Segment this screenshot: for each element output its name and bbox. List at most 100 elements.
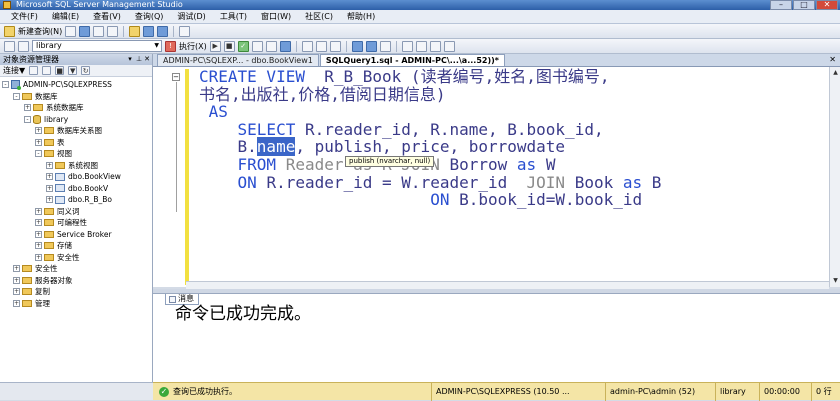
scroll-down-icon[interactable]: ▼: [831, 276, 840, 285]
tree-node[interactable]: + 数据库关系图: [0, 125, 152, 137]
disconnect-icon[interactable]: [42, 66, 52, 75]
available-databases-select[interactable]: library: [32, 40, 162, 52]
expand-node-icon[interactable]: +: [35, 242, 42, 250]
tree-node[interactable]: + dbo.R_B_Bo: [0, 194, 152, 206]
menu-view[interactable]: 查看(V): [86, 10, 128, 24]
close-button[interactable]: ✕: [816, 0, 838, 10]
tree-node[interactable]: + 服务器对象: [0, 275, 152, 287]
display-plan-icon[interactable]: [251, 40, 263, 52]
show-messages-icon[interactable]: [365, 40, 377, 52]
results-to-file-icon[interactable]: [315, 40, 327, 52]
tree-node[interactable]: + 系统视图: [0, 160, 152, 172]
connect-icon[interactable]: [29, 66, 39, 75]
tree-node[interactable]: - ADMIN-PC\SQLEXPRESS: [0, 79, 152, 91]
menu-tools[interactable]: 工具(T): [213, 10, 254, 24]
menu-debug[interactable]: 调试(D): [170, 10, 212, 24]
menu-file[interactable]: 文件(F): [4, 10, 45, 24]
new-query-button[interactable]: 新建查询(N): [18, 25, 62, 38]
collapse-node-icon[interactable]: -: [13, 92, 20, 100]
query-editor[interactable]: − CREATE VIEW R_B_Book (读者编号,姓名,图书编号, 书名,…: [153, 67, 833, 287]
query-designer-icon[interactable]: [265, 40, 277, 52]
collapse-node-icon[interactable]: -: [24, 115, 31, 123]
save-all-icon[interactable]: [157, 25, 169, 37]
editor-horizontal-scrollbar[interactable]: [186, 281, 829, 289]
comment-lines-icon[interactable]: [379, 40, 391, 52]
tree-node[interactable]: + dbo.BookView: [0, 171, 152, 183]
show-results-pane-icon[interactable]: [351, 40, 363, 52]
expand-node-icon[interactable]: +: [13, 276, 20, 284]
mdx-query-icon[interactable]: [93, 25, 105, 37]
pin-icon[interactable]: ▾: [126, 55, 134, 63]
expand-node-icon[interactable]: +: [35, 207, 42, 215]
menu-query[interactable]: 查询(Q): [128, 10, 171, 24]
code-line[interactable]: B.name, publish, price, borrowdate: [199, 137, 661, 157]
expand-node-icon[interactable]: +: [35, 230, 42, 238]
open-file-icon[interactable]: [129, 25, 141, 37]
debug-icon[interactable]: ▶: [209, 40, 221, 52]
tree-node[interactable]: + 复制: [0, 286, 152, 298]
expand-node-icon[interactable]: +: [13, 288, 20, 296]
close-panel-icon[interactable]: ✕: [143, 55, 151, 63]
tree-node[interactable]: + 表: [0, 137, 152, 149]
expand-node-icon[interactable]: +: [46, 196, 53, 204]
results-to-grid-icon[interactable]: [301, 40, 313, 52]
expand-node-icon[interactable]: +: [46, 173, 53, 181]
expand-node-icon[interactable]: +: [46, 184, 53, 192]
tree-node[interactable]: + 管理: [0, 298, 152, 310]
save-icon[interactable]: [143, 25, 155, 37]
menu-help[interactable]: 帮助(H): [340, 10, 382, 24]
analysis-query-icon[interactable]: [79, 25, 91, 37]
include-plan-icon[interactable]: [329, 40, 341, 52]
tree-node[interactable]: + Service Broker: [0, 229, 152, 241]
sql-code[interactable]: CREATE VIEW R_B_Book (读者编号,姓名,图书编号, 书名,出版…: [199, 68, 661, 209]
autohide-icon[interactable]: ⊥: [135, 55, 143, 63]
editor-vertical-scrollbar[interactable]: ▲ ▼: [829, 67, 840, 287]
expand-node-icon[interactable]: +: [35, 127, 42, 135]
expand-node-icon[interactable]: +: [35, 219, 42, 227]
tree-node[interactable]: + 系统数据库: [0, 102, 152, 114]
code-line[interactable]: CREATE VIEW R_B_Book (读者编号,姓名,图书编号,: [199, 68, 661, 86]
code-line[interactable]: ON B.book_id=W.book_id: [199, 191, 661, 209]
scroll-up-icon[interactable]: ▲: [831, 68, 840, 77]
parse-icon[interactable]: ✓: [237, 40, 249, 52]
stop-icon[interactable]: ■: [55, 66, 65, 75]
tree-node[interactable]: - 视图: [0, 148, 152, 160]
tree-node[interactable]: - 数据库: [0, 91, 152, 103]
minimize-button[interactable]: –: [770, 0, 792, 10]
menu-community[interactable]: 社区(C): [298, 10, 340, 24]
expand-node-icon[interactable]: +: [46, 161, 53, 169]
code-line[interactable]: AS: [199, 103, 661, 121]
tree-node[interactable]: - library: [0, 114, 152, 126]
menu-edit[interactable]: 编辑(E): [45, 10, 86, 24]
xmla-query-icon[interactable]: [107, 25, 119, 37]
expand-node-icon[interactable]: +: [35, 253, 42, 261]
collapse-node-icon[interactable]: -: [2, 81, 9, 89]
tree-node[interactable]: + 可编程性: [0, 217, 152, 229]
tree-node[interactable]: + 存储: [0, 240, 152, 252]
filter-icon[interactable]: ▼: [68, 66, 78, 75]
tree-node[interactable]: + 安全性: [0, 252, 152, 264]
connect-button[interactable]: 连接▼: [3, 65, 25, 76]
code-line[interactable]: SELECT R.reader_id, R.name, B.book_id,: [199, 120, 661, 139]
tab-sqlquery1[interactable]: SQLQuery1.sql - ADMIN-PC\...\a...52))*: [319, 54, 505, 66]
tree-node[interactable]: + 安全性: [0, 263, 152, 275]
connection-icon[interactable]: [18, 40, 29, 52]
uncomment-icon[interactable]: [401, 40, 413, 52]
maximize-button[interactable]: □: [793, 0, 815, 10]
outdent-icon[interactable]: [415, 40, 427, 52]
expand-node-icon[interactable]: +: [35, 138, 42, 146]
cancel-query-icon[interactable]: ■: [223, 40, 235, 52]
database-engine-query-icon[interactable]: [65, 25, 77, 37]
code-line[interactable]: 书名,出版社,价格,借阅日期信息): [199, 85, 661, 104]
close-tab-icon[interactable]: ✕: [829, 55, 836, 64]
tab-bookview[interactable]: ADMIN-PC\SQLEXP... - dbo.BookView1: [157, 54, 319, 66]
tree-node[interactable]: + dbo.BookV: [0, 183, 152, 195]
expand-node-icon[interactable]: +: [13, 265, 20, 273]
indent-icon[interactable]: [429, 40, 441, 52]
execute-button[interactable]: 执行(X): [179, 40, 207, 53]
expand-node-icon[interactable]: +: [13, 299, 20, 307]
collapse-outline-icon[interactable]: −: [172, 73, 180, 81]
refresh-icon[interactable]: ↻: [81, 66, 91, 75]
code-line[interactable]: ON R.reader_id = W.reader_id JOIN Book a…: [199, 173, 662, 192]
expand-node-icon[interactable]: +: [24, 104, 31, 112]
